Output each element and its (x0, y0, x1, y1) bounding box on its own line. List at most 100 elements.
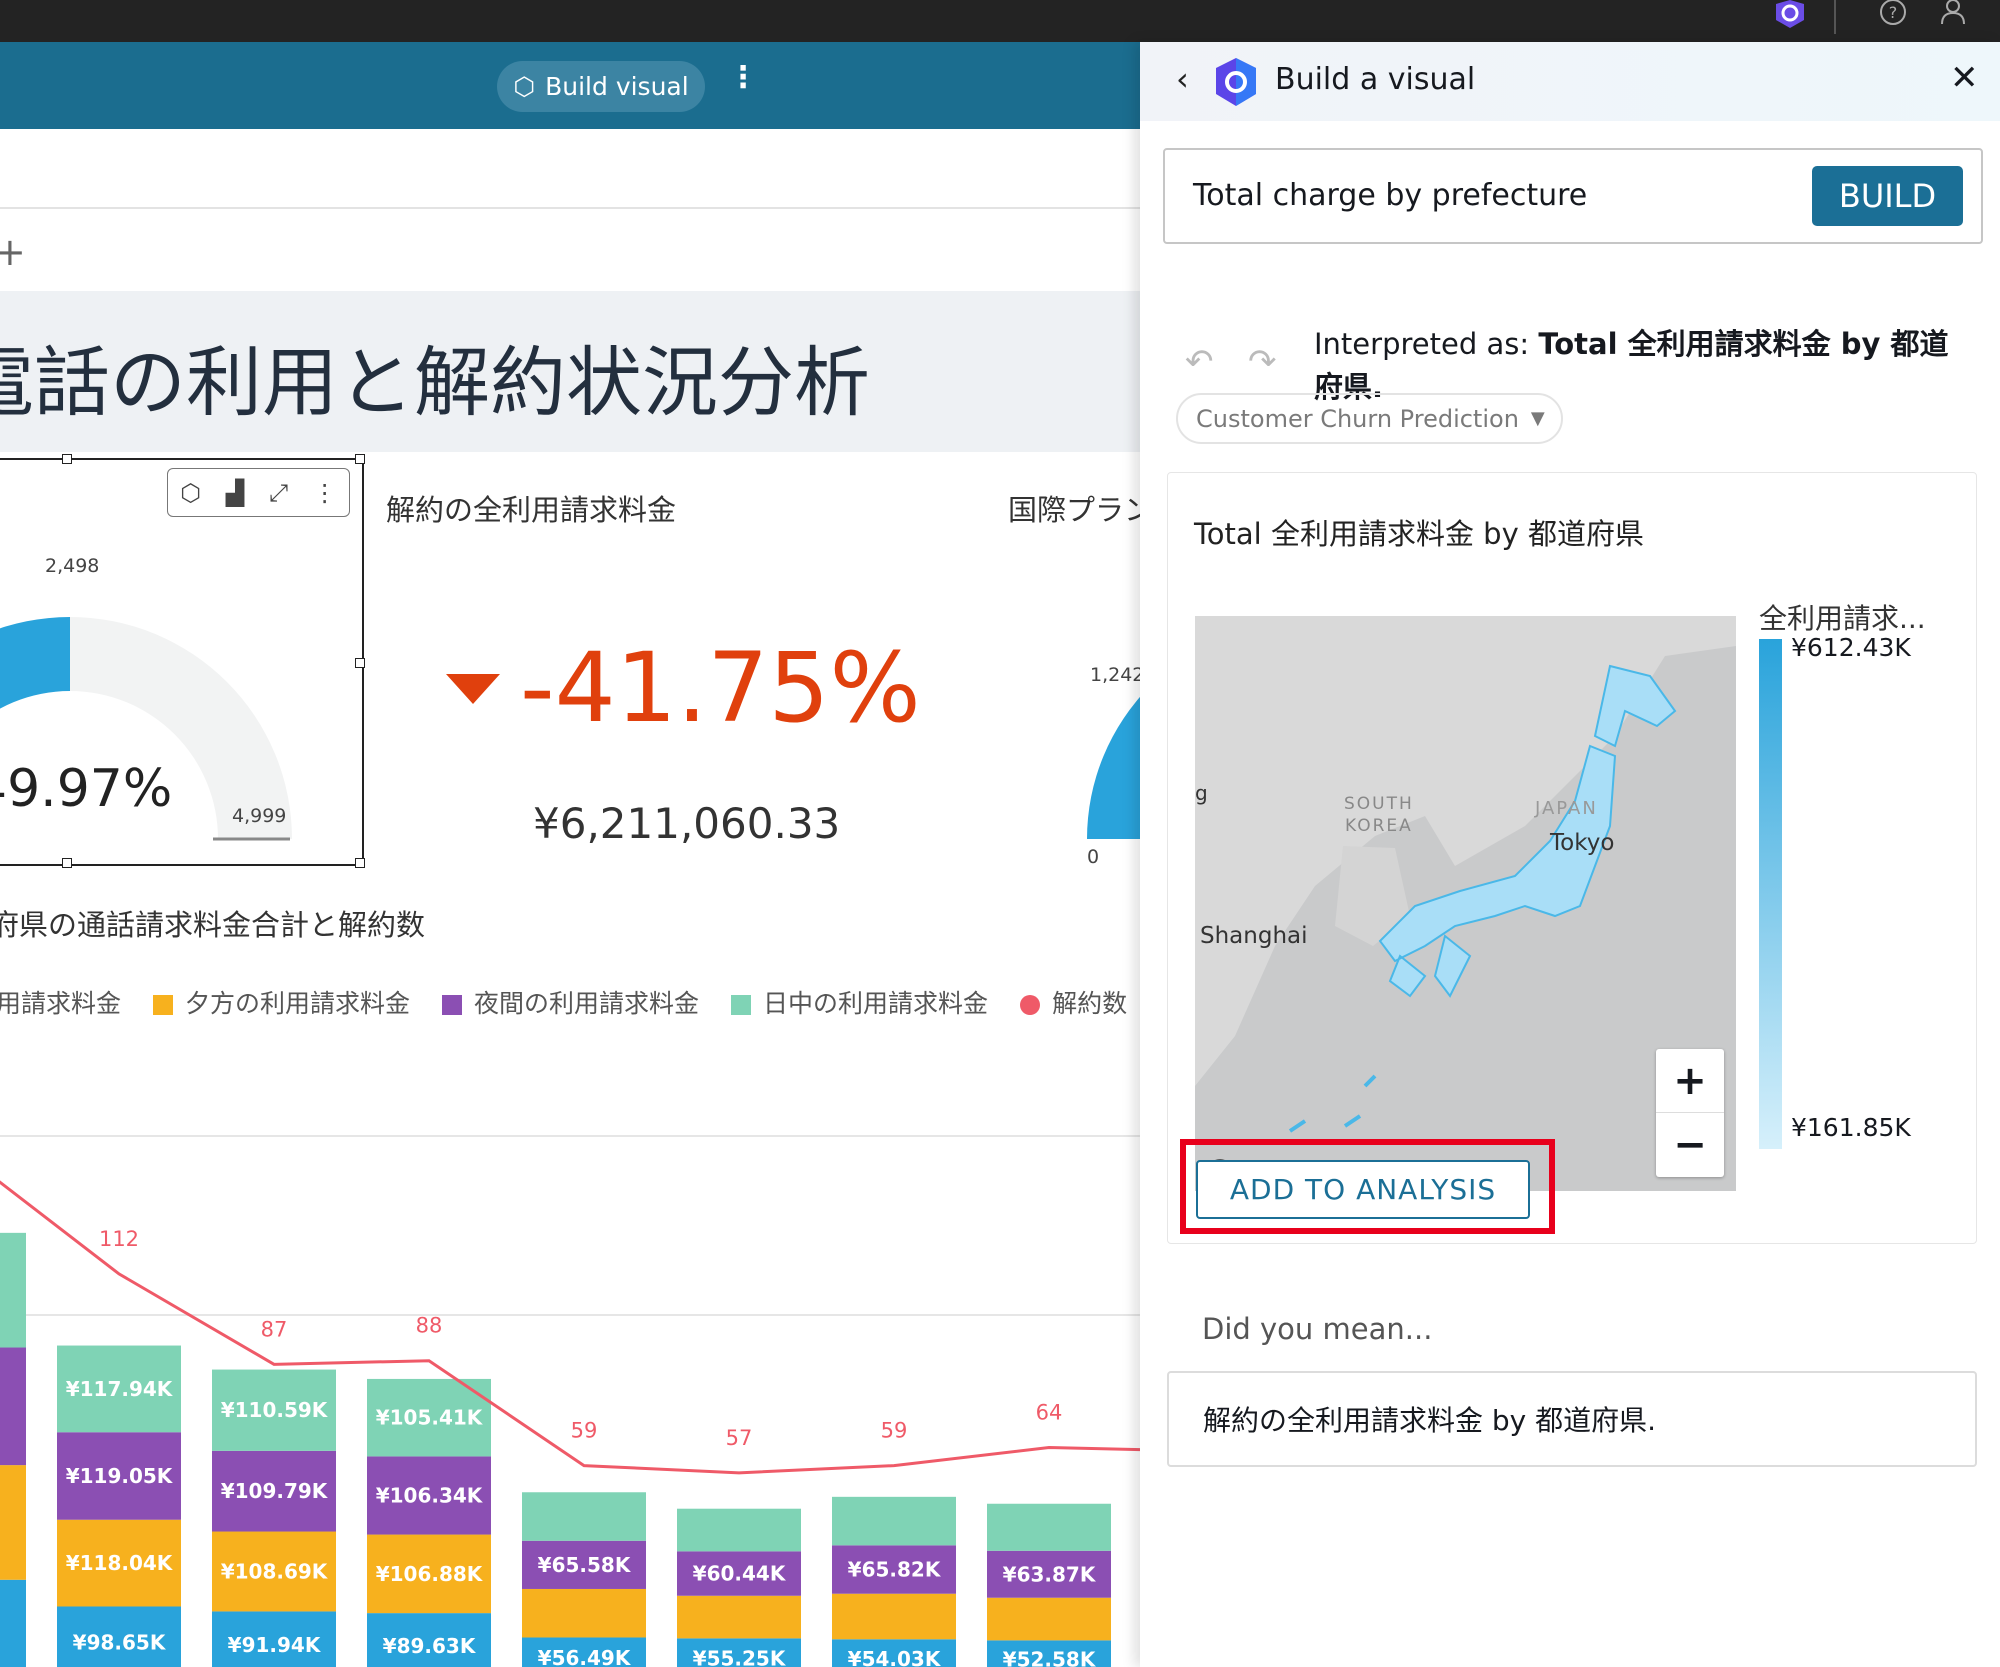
bar-label: ¥65.58K (538, 1553, 632, 1577)
dataset-name: Customer Churn Prediction (1196, 404, 1519, 433)
legend-item[interactable]: 解約数 (1020, 984, 1127, 1020)
bar-segment (522, 1588, 646, 1638)
gauge2-fill (1087, 697, 1140, 839)
bar-label: ¥91.94K (228, 1633, 322, 1657)
back-icon[interactable]: ‹ (1176, 60, 1189, 98)
gauge2-min-label: 0 (1087, 846, 1100, 868)
legend-label: 夜間の利用請求料金 (474, 989, 700, 1018)
color-legend-title: 全利用請求... (1759, 602, 1926, 635)
legend-label: 用請求料金 (0, 989, 122, 1018)
bar-label: ¥98.65K (73, 1631, 167, 1655)
panel-title: Build a visual (1275, 62, 1476, 97)
bar-label: ¥110.59K (221, 1398, 329, 1422)
line-label: 88 (416, 1314, 443, 1338)
bar-label: ¥119.05K (66, 1464, 174, 1488)
legend-swatch (153, 995, 174, 1015)
map-label-tokyo: Tokyo (1550, 830, 1615, 856)
redo-icon[interactable]: ↷ (1248, 342, 1277, 382)
legend-label: 解約数 (1052, 989, 1128, 1018)
build-visual-panel: ‹ Build a visual ✕ Total charge by prefe… (1140, 42, 2000, 1667)
title-band: 電話の利用と解約状況分析 (0, 291, 1140, 452)
map-label-edge: g (1195, 781, 1208, 805)
zoom-out-button[interactable]: − (1656, 1113, 1724, 1177)
user-icon[interactable] (1938, 0, 1968, 28)
divider (0, 207, 1140, 209)
legend-item[interactable]: 日中の利用請求料金 (731, 984, 988, 1020)
did-you-mean-label: Did you mean... (1202, 1312, 1433, 1346)
gauge2-top-label: 1,242 (1090, 664, 1140, 686)
bar-segment (522, 1492, 646, 1541)
query-text: Total charge by prefecture (1193, 178, 1588, 213)
line-label: 64 (1036, 1401, 1063, 1425)
filled-map[interactable]: i (1195, 616, 1736, 1191)
line-label: 112 (99, 1227, 139, 1251)
dataset-selector[interactable]: Customer Churn Prediction ▼ (1176, 393, 1563, 444)
bar-label: ¥109.79K (221, 1479, 329, 1503)
bar-label: ¥65.82K (848, 1558, 942, 1582)
bar-label: ¥54.03K (848, 1647, 942, 1667)
more-options-icon[interactable]: ⋮ (313, 479, 337, 507)
help-icon[interactable]: ? (1877, 0, 1909, 28)
bar-label: ¥60.44K (693, 1562, 787, 1586)
amazon-q-icon[interactable]: ⬡ (180, 479, 201, 507)
kpi-title: 解約の全利用請求料金 (386, 493, 677, 527)
legend-swatch (442, 995, 463, 1015)
expand-icon[interactable]: ⤢ (269, 479, 288, 507)
line-label: 59 (571, 1419, 598, 1443)
map-label-korea: SOUTH KOREA (1344, 794, 1414, 836)
combo-chart[interactable]: ¥98.65K¥118.04K¥119.05K¥117.94K大阪¥91.94K… (0, 1094, 1140, 1667)
analysis-canvas: ⬡ Build visual ⋮ + 電話の利用と解約状況分析 2,498 4,… (0, 42, 1140, 1667)
visual-preview-card: Total 全利用請求料金 by 都道府県 i SOUTHKOREA JAPAN… (1167, 472, 1977, 1244)
map-label-japan: JAPAN (1535, 798, 1598, 819)
visual-type-icon[interactable]: ▟ (226, 479, 244, 507)
page-title: 電話の利用と解約状況分析 (0, 338, 870, 427)
bar-segment (987, 1597, 1111, 1641)
legend-item[interactable]: 用請求料金 (0, 984, 121, 1020)
add-sheet-icon[interactable]: + (0, 230, 26, 274)
color-legend-max: ¥612.43K (1791, 633, 1911, 662)
amazon-q-icon: ⬡ (513, 72, 536, 101)
zoom-in-button[interactable]: + (1656, 1049, 1724, 1113)
top-bar: ? (0, 0, 2000, 42)
build-visual-button[interactable]: ⬡ Build visual (497, 61, 705, 112)
suggestion-item[interactable]: 解約の全利用請求料金 by 都道府県. (1167, 1371, 1977, 1467)
selected-visual-frame[interactable] (0, 454, 365, 868)
interpreted-prefix: Interpreted as: (1314, 327, 1539, 361)
legend-item[interactable]: 夕方の利用請求料金 (153, 984, 410, 1020)
panel-header: ‹ Build a visual ✕ (1140, 42, 2000, 121)
bar-segment (832, 1593, 956, 1640)
amazon-q-logo-icon (1216, 58, 1256, 106)
visual-toolbar: ⬡ ▟ ⤢ ⋮ (167, 468, 350, 517)
bar-label: ¥106.34K (376, 1483, 484, 1507)
legend-item[interactable]: 夜間の利用請求料金 (442, 984, 699, 1020)
bar-label: ¥105.41K (376, 1406, 484, 1430)
legend-swatch (1020, 995, 1041, 1015)
gauge2-title: 国際プラン (1008, 493, 1140, 527)
analysis-header: ⬡ Build visual ⋮ (0, 42, 1140, 129)
undo-icon[interactable]: ↶ (1185, 342, 1214, 382)
query-input[interactable]: Total charge by prefecture BUILD (1163, 148, 1983, 244)
divider (1834, 0, 1836, 34)
bar-label: ¥108.69K (221, 1559, 329, 1583)
bar-label: ¥52.58K (1003, 1648, 1097, 1667)
bar-label: ¥55.25K (693, 1647, 787, 1667)
caret-down-icon: ▼ (1530, 408, 1545, 429)
bar-segment (832, 1496, 956, 1546)
map-label-shanghai: Shanghai (1200, 923, 1308, 949)
bar-label: ¥106.88K (376, 1562, 484, 1586)
combo-chart-title: 府県の通話請求料金合計と解約数 (0, 908, 426, 942)
amazon-q-icon[interactable] (1772, 0, 1808, 30)
gauge2-chart[interactable] (1080, 602, 1140, 852)
build-button[interactable]: BUILD (1812, 166, 1963, 226)
more-options-icon[interactable]: ⋮ (728, 60, 758, 95)
line-label: 59 (881, 1419, 908, 1443)
map-zoom-controls: + − (1656, 1049, 1724, 1177)
chart-legend: 用請求料金 夕方の利用請求料金 夜間の利用請求料金 日中の利用請求料金 解約数 (0, 984, 1127, 1020)
legend-label: 日中の利用請求料金 (763, 989, 989, 1018)
bar-segment (0, 1232, 26, 1348)
bar-label: ¥89.63K (383, 1634, 477, 1658)
line-label: 87 (261, 1317, 288, 1341)
kpi-change: -41.75% (520, 632, 921, 744)
bar-segment (0, 1347, 26, 1466)
close-icon[interactable]: ✕ (1950, 58, 1979, 98)
